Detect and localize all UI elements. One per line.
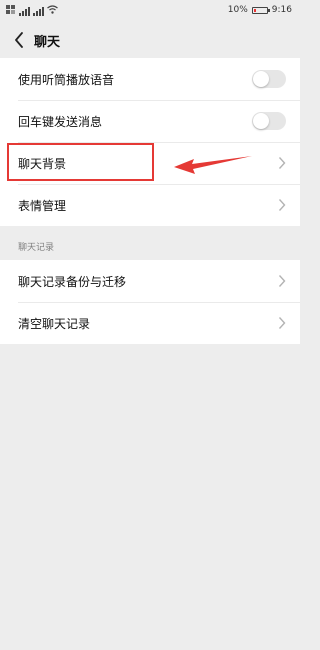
toggle-label: 使用听筒播放语音	[18, 72, 115, 87]
battery-percent: 10%	[227, 5, 248, 15]
toggle-label: 回车键发送消息	[18, 114, 103, 129]
enter-send-toggle-switch[interactable]	[252, 112, 286, 130]
toggle-knob	[253, 113, 269, 129]
chevron-right-icon	[278, 275, 286, 287]
toggle-row-enter-send[interactable]: 回车键发送消息	[0, 100, 300, 142]
settings-group: 使用听筒播放语音 回车键发送消息 聊天背景 表情管理	[0, 58, 300, 226]
link-label: 表情管理	[18, 198, 67, 213]
link-row-backup-migrate[interactable]: 聊天记录备份与迁移	[0, 260, 300, 302]
wifi-icon	[47, 5, 58, 17]
annotation-arrow-icon	[174, 156, 252, 174]
link-label: 清空聊天记录	[18, 316, 91, 331]
status-left	[6, 5, 58, 17]
toggle-knob	[253, 71, 269, 87]
earpiece-toggle-switch[interactable]	[252, 70, 286, 88]
back-chevron-icon[interactable]	[10, 30, 28, 50]
section-label-chat-history: 聊天记录	[18, 243, 55, 253]
status-right: 10% 9:16	[228, 5, 292, 15]
link-row-sticker-management[interactable]: 表情管理	[0, 184, 300, 226]
chevron-right-icon	[278, 317, 286, 329]
sim-icon	[6, 5, 16, 17]
chevron-right-icon	[278, 199, 286, 211]
nav-header: 聊天	[0, 22, 300, 58]
signal-icon	[19, 6, 30, 16]
status-bar: 10% 9:16	[0, 0, 300, 22]
page-title: 聊天	[34, 35, 61, 50]
annotation-highlight-box	[7, 143, 154, 181]
chat-history-group: 聊天记录备份与迁移 清空聊天记录	[0, 260, 300, 344]
toggle-row-earpiece[interactable]: 使用听筒播放语音	[0, 58, 300, 100]
link-label: 聊天记录备份与迁移	[18, 274, 127, 289]
clock: 9:16	[271, 5, 292, 15]
signal-icon-2	[33, 6, 44, 16]
link-row-clear-history[interactable]: 清空聊天记录	[0, 302, 300, 344]
chevron-right-icon	[278, 157, 286, 169]
battery-icon	[251, 6, 270, 14]
